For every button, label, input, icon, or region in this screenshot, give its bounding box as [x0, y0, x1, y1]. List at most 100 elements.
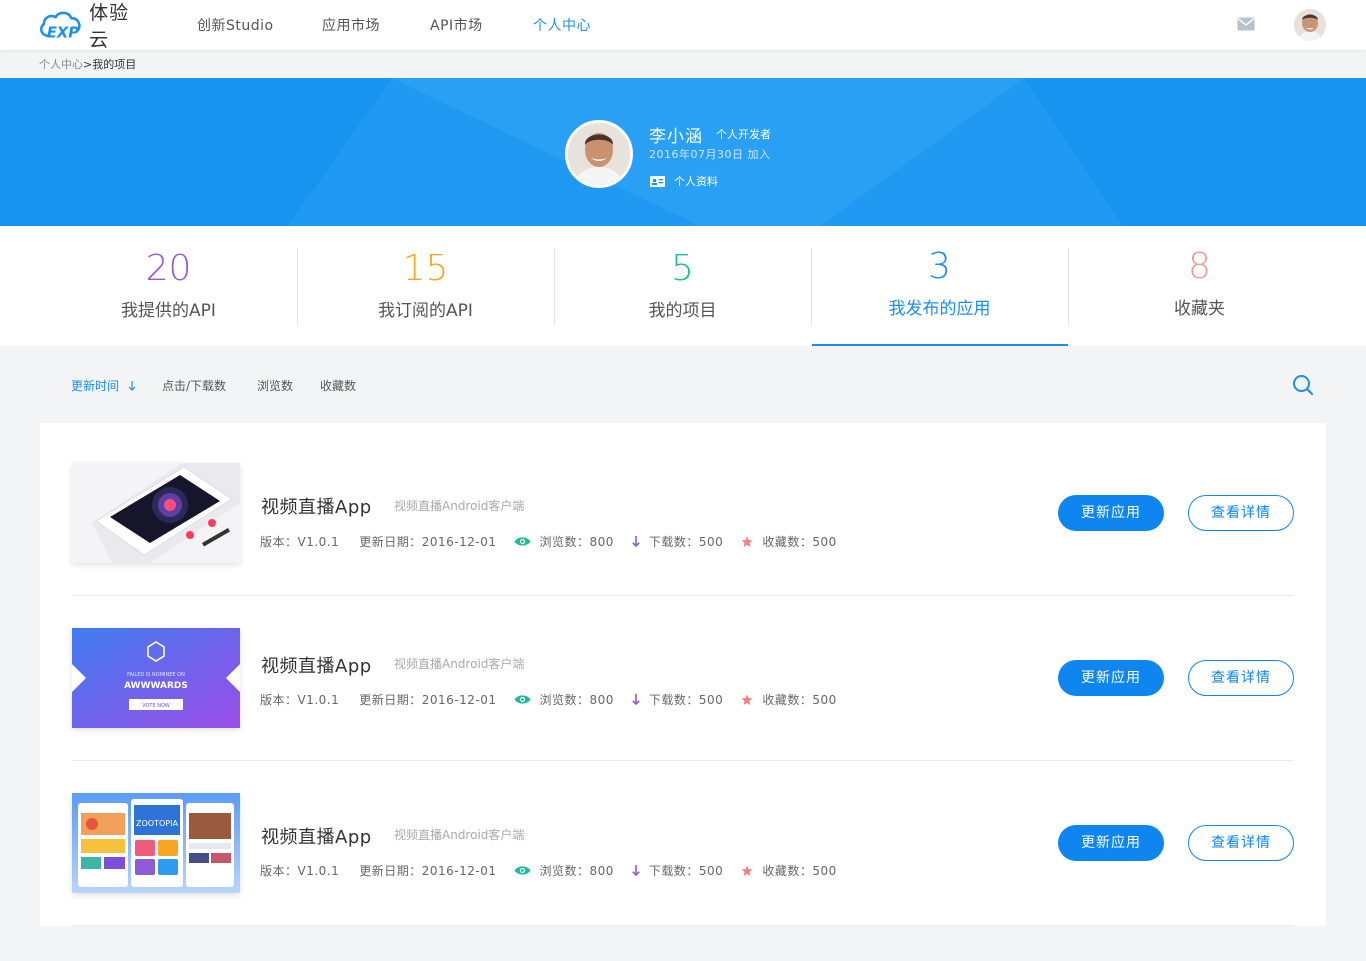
app-meta: 版本：V1.0.1 更新日期：2016-12-01 浏览数：800 下载数：50…	[260, 862, 837, 879]
profile-role: 个人开发者	[716, 128, 771, 141]
update-app-button[interactable]: 更新应用	[1058, 660, 1164, 696]
download-arrow-icon	[632, 865, 640, 876]
favorites-text: 收藏数：500	[762, 693, 837, 707]
profile-info-link[interactable]: 个人资料	[650, 173, 718, 189]
mail-icon[interactable]	[1237, 17, 1255, 31]
views-text: 浏览数：800	[539, 693, 614, 707]
stat-published-apps[interactable]: 3 我发布的应用	[811, 226, 1068, 346]
brand-name: 体验云	[89, 2, 130, 51]
stat-label: 收藏夹	[1174, 299, 1225, 319]
user-face-icon	[1294, 9, 1326, 41]
favorites-text: 收藏数：500	[762, 864, 837, 878]
app-meta: 版本：V1.0.1 更新日期：2016-12-01 浏览数：800 下载数：50…	[260, 533, 837, 550]
stat-value: 3	[928, 246, 951, 287]
nav-api-market[interactable]: API市场	[430, 15, 483, 35]
app-thumbnail[interactable]: ZOOTOPIA	[72, 793, 240, 893]
app-views: 浏览数：800	[514, 691, 614, 708]
stat-value: 20	[145, 248, 192, 289]
stat-my-projects[interactable]: 5 我的项目	[554, 226, 811, 346]
app-favorites: 收藏数：500	[741, 691, 836, 708]
app-favorites: 收藏数：500	[741, 533, 836, 550]
app-thumbnail[interactable]	[72, 463, 240, 563]
app-title[interactable]: 视频直播App	[261, 652, 372, 678]
eye-icon	[514, 866, 530, 875]
eye-icon	[514, 695, 530, 704]
update-app-button[interactable]: 更新应用	[1058, 495, 1164, 531]
download-arrow-icon	[632, 694, 640, 705]
svg-text:EXP: EXP	[47, 25, 79, 42]
row-divider	[72, 925, 1294, 926]
app-row: ZOOTOPIA 视频直播App 视频直播Android客户端 版本：V1.0.…	[72, 761, 1294, 926]
app-views: 浏览数：800	[514, 533, 614, 550]
awwwards-banner-image: FAILED IS NOMINEE ON AWWWARDS VOTE NOW	[72, 628, 240, 728]
nav-studio[interactable]: 创新Studio	[197, 15, 274, 35]
arrow-down-icon	[128, 381, 136, 391]
search-icon[interactable]	[1292, 374, 1314, 396]
app-version: 版本：V1.0.1	[260, 693, 340, 707]
stat-subscribed-api[interactable]: 15 我订阅的API	[297, 226, 554, 346]
app-version: 版本：V1.0.1	[260, 535, 340, 549]
stat-label: 我订阅的API	[378, 301, 473, 321]
thumb-label: ZOOTOPIA	[136, 819, 178, 828]
stats-bar: 20 我提供的API 15 我订阅的API 5 我的项目 3 我发布的应用 8 …	[0, 226, 1366, 346]
app-row: FAILED IS NOMINEE ON AWWWARDS VOTE NOW 视…	[72, 596, 1294, 761]
app-subtitle: 视频直播Android客户端	[394, 828, 525, 842]
brand-logo[interactable]: EXP 体验云	[38, 2, 148, 51]
app-screens-image: ZOOTOPIA	[72, 793, 240, 893]
downloads-text: 下载数：500	[648, 535, 724, 549]
view-details-button[interactable]: 查看详情	[1188, 495, 1294, 531]
nav-personal-center[interactable]: 个人中心	[533, 15, 591, 35]
breadcrumb-parent[interactable]: 个人中心	[39, 58, 83, 71]
app-downloads: 下载数：500	[632, 862, 723, 879]
sort-update-time[interactable]: 更新时间	[71, 377, 136, 394]
stat-favorites[interactable]: 8 收藏夹	[1071, 226, 1328, 346]
sort-views[interactable]: 浏览数	[257, 377, 293, 394]
cloud-logo-icon: EXP	[39, 11, 81, 42]
profile-face-icon	[568, 123, 630, 185]
stat-label: 我发布的应用	[888, 299, 991, 319]
app-title[interactable]: 视频直播App	[261, 823, 372, 849]
thumb-heading: AWWWARDS	[124, 681, 188, 691]
app-favorites: 收藏数：500	[741, 862, 836, 879]
app-downloads: 下载数：500	[632, 691, 723, 708]
top-navbar: EXP 体验云 创新Studio 应用市场 API市场 个人中心	[0, 0, 1366, 51]
favorites-text: 收藏数：500	[762, 535, 837, 549]
stat-provided-api[interactable]: 20 我提供的API	[40, 226, 297, 346]
eye-icon	[514, 537, 530, 546]
thumb-caption: FAILED IS NOMINEE ON	[127, 672, 185, 678]
app-thumbnail[interactable]: FAILED IS NOMINEE ON AWWWARDS VOTE NOW	[72, 628, 240, 728]
app-meta: 版本：V1.0.1 更新日期：2016-12-01 浏览数：800 下载数：50…	[260, 691, 837, 708]
sort-downloads[interactable]: 点击/下载数	[162, 377, 226, 394]
app-update-date: 更新日期：2016-12-01	[359, 693, 497, 707]
app-subtitle: 视频直播Android客户端	[394, 499, 525, 513]
app-row: 视频直播App 视频直播Android客户端 版本：V1.0.1 更新日期：20…	[72, 431, 1294, 596]
nav-app-market[interactable]: 应用市场	[322, 15, 380, 35]
sort-label: 更新时间	[71, 379, 120, 393]
stat-value: 5	[671, 248, 694, 289]
profile-avatar	[565, 120, 633, 188]
app-list: 视频直播App 视频直播Android客户端 版本：V1.0.1 更新日期：20…	[40, 423, 1326, 926]
app-subtitle: 视频直播Android客户端	[394, 657, 525, 671]
star-icon	[741, 536, 753, 547]
sort-favorites[interactable]: 收藏数	[320, 377, 356, 394]
id-card-icon	[650, 175, 665, 187]
update-app-button[interactable]: 更新应用	[1058, 825, 1164, 861]
breadcrumb-current: 我的项目	[92, 58, 137, 71]
view-details-button[interactable]: 查看详情	[1188, 825, 1294, 861]
user-avatar[interactable]	[1294, 9, 1326, 41]
view-details-button[interactable]: 查看详情	[1188, 660, 1294, 696]
app-title[interactable]: 视频直播App	[261, 493, 372, 519]
app-update-date: 更新日期：2016-12-01	[359, 864, 497, 878]
app-views: 浏览数：800	[514, 862, 614, 879]
stat-divider	[1068, 248, 1069, 326]
star-icon	[741, 694, 753, 705]
star-icon	[741, 865, 753, 876]
downloads-text: 下载数：500	[648, 864, 724, 878]
profile-name: 李小涵	[649, 127, 703, 147]
thumb-button-text: VOTE NOW	[142, 703, 170, 709]
stat-label: 我提供的API	[121, 301, 216, 321]
profile-info-label: 个人资料	[674, 175, 718, 188]
views-text: 浏览数：800	[539, 864, 614, 878]
views-text: 浏览数：800	[539, 535, 614, 549]
breadcrumb: 个人中心>我的项目	[39, 56, 136, 72]
